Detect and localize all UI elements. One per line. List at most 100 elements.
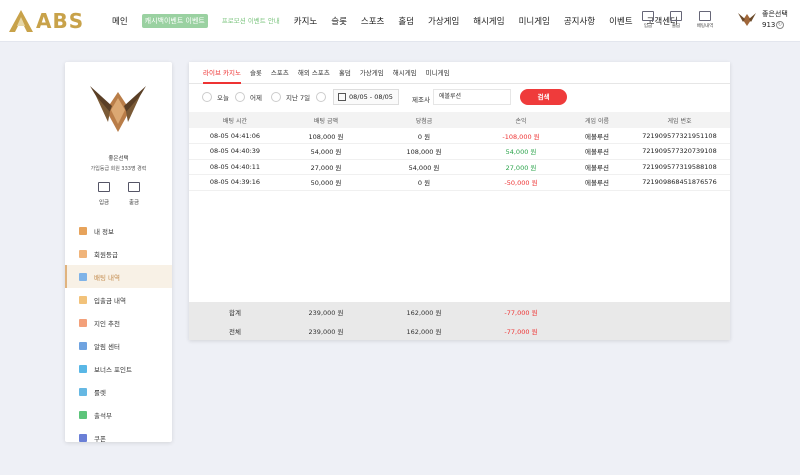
- summary-cell: 162,000 원: [406, 308, 442, 317]
- column-header[interactable]: 배팅 시간: [189, 112, 281, 128]
- nav-item[interactable]: 스포츠: [361, 15, 384, 27]
- table-cell: 27,000 원: [477, 159, 565, 175]
- nav-item[interactable]: 캐시백이벤트 이벤트: [141, 14, 208, 28]
- logo-icon: [9, 10, 33, 32]
- side-menu-item[interactable]: 내 정보: [65, 219, 172, 242]
- table-row[interactable]: 08-05 04:40:39 54,000 원 108,000 원 54,000 원에…: [189, 143, 730, 160]
- menu-item-icon: [79, 226, 87, 235]
- deposit-shortcut[interactable]: 입금: [636, 9, 660, 33]
- side-panel: 좋은선택 가입등급 회원 333명 경력 입금 출금 내 정보 회원등급 배팅 내역…: [65, 62, 172, 443]
- table-cell: 54,000 원: [477, 143, 565, 160]
- tab-item[interactable]: 홀덤: [339, 62, 351, 84]
- tab-item[interactable]: 해외 스포츠: [298, 62, 330, 84]
- withdraw-shortcut[interactable]: 출금: [664, 9, 688, 33]
- side-menu-item[interactable]: 룰렛: [65, 380, 172, 403]
- summary-table: 합계 239,000 원 162,000 원 -77,000 원 전체 239,000 원…: [189, 302, 730, 340]
- nav-item[interactable]: 슬롯: [331, 15, 347, 27]
- nav-item[interactable]: 공지사항: [564, 15, 595, 27]
- filter-today[interactable]: 오늘: [202, 92, 229, 102]
- side-menu-item[interactable]: 지인 추천: [65, 311, 172, 334]
- date-range-input[interactable]: 08/05 - 08/05: [333, 89, 399, 105]
- nav-item[interactable]: 해시게임: [473, 15, 504, 27]
- table-cell: 108,000 원: [281, 128, 371, 144]
- rank-emblem-icon: [738, 13, 756, 26]
- table-row[interactable]: 08-05 04:41:06 108,000 원0 원 -108,000 원 에볼루션…: [189, 128, 730, 144]
- filter-last7[interactable]: 지난 7일: [271, 92, 310, 102]
- table-row[interactable]: 08-05 04:40:11 27,000 원 54,000 원 27,000 원 에볼…: [189, 159, 730, 175]
- tab-item[interactable]: 슬롯: [250, 62, 262, 84]
- side-withdraw-button[interactable]: 출금: [123, 182, 145, 206]
- nav-item[interactable]: 미니게임: [519, 15, 550, 27]
- nav-item[interactable]: 가상게임: [428, 15, 459, 27]
- side-menu-item[interactable]: 알림 센터: [65, 334, 172, 357]
- table-cell: 721909577321951108: [629, 128, 730, 144]
- side-menu-item[interactable]: 출석부: [65, 403, 172, 426]
- column-header[interactable]: 손익: [477, 112, 565, 128]
- bet-history-panel: 라이브 카지노 슬롯 스포츠 해외 스포츠 홀덤 가상게임 해시게임 미니게임 오늘 어제 지…: [189, 62, 730, 340]
- table-cell: 721909868451876576: [629, 174, 730, 191]
- user-name: 좋은선택: [762, 10, 788, 18]
- side-menu-item[interactable]: 회원등급: [65, 242, 172, 265]
- summary-row: 합계 239,000 원 162,000 원 -77,000 원: [189, 302, 730, 321]
- summary-cell: 239,000 원: [308, 308, 344, 317]
- search-button[interactable]: 검색: [520, 89, 567, 105]
- tab-item[interactable]: 가상게임: [360, 62, 384, 84]
- main-nav: 메인 캐시백이벤트 이벤트 프로모션 이벤트 안내 카지노 슬롯 스포츠 홀덤 가상게임 해시게…: [112, 0, 692, 42]
- side-menu-item[interactable]: 쿠폰: [65, 426, 172, 449]
- filter-yesterday[interactable]: 어제: [235, 92, 262, 102]
- date-range-value: 08/05 - 08/05: [349, 93, 393, 101]
- list-icon: [699, 11, 711, 21]
- side-menu-item[interactable]: 보너스 포인트: [65, 357, 172, 380]
- column-header[interactable]: 배팅 금액: [281, 112, 371, 128]
- table-cell: 08-05 04:39:16: [189, 174, 281, 191]
- summary-area: 합계 239,000 원 162,000 원 -77,000 원 전체 239,000 원…: [189, 302, 730, 340]
- column-header[interactable]: 게임 이름: [565, 112, 629, 128]
- tab-item[interactable]: 해시게임: [393, 62, 417, 84]
- side-menu-label: 보너스 포인트: [94, 365, 132, 374]
- logo[interactable]: ABS: [8, 9, 84, 33]
- tab-item[interactable]: 라이브 카지노: [203, 62, 241, 84]
- table-cell: 27,000 원: [281, 159, 371, 175]
- menu-item-icon: [79, 433, 87, 442]
- table-body: 08-05 04:41:06 108,000 원0 원 -108,000 원 에볼루션…: [189, 128, 730, 191]
- table-cell: 에볼루션: [565, 159, 629, 175]
- menu-item-icon: [79, 410, 87, 419]
- nav-item[interactable]: 메인: [112, 15, 128, 27]
- side-deposit-button[interactable]: 입금: [93, 182, 115, 206]
- bet-history-table: 배팅 시간 배팅 금액 당첨금 손익 게임 이름 게임 번호 08-05 04:41:06…: [189, 112, 730, 191]
- side-menu-label: 회원등급: [94, 250, 118, 259]
- side-deposit-label: 입금: [98, 200, 110, 206]
- bet-history-shortcut[interactable]: 배팅내역: [692, 9, 718, 33]
- nav-item[interactable]: 카지노: [294, 15, 317, 27]
- top-header: ABS 메인 캐시백이벤트 이벤트 프로모션 이벤트 안내 카지노 슬롯 스포츠 홀덤 가상게…: [0, 0, 800, 42]
- radio-icon: [235, 92, 245, 102]
- user-block[interactable]: 좋은선택 913 ↻: [738, 9, 798, 35]
- table-header-row: 배팅 시간 배팅 금액 당첨금 손익 게임 이름 게임 번호: [189, 112, 730, 128]
- side-menu-label: 배팅 내역: [94, 273, 120, 282]
- refresh-icon[interactable]: ↻: [776, 21, 784, 29]
- card-icon: [128, 182, 140, 192]
- tab-item[interactable]: 미니게임: [426, 62, 450, 84]
- column-header[interactable]: 게임 번호: [629, 112, 730, 128]
- user-points: 913: [762, 21, 776, 29]
- tab-item[interactable]: 스포츠: [271, 62, 289, 84]
- nav-item[interactable]: 홀덤: [398, 15, 414, 27]
- column-header[interactable]: 당첨금: [371, 112, 477, 128]
- summary-cell: -77,000 원: [504, 308, 538, 317]
- summary-cell: 전체: [229, 327, 241, 336]
- filter-custom[interactable]: [316, 92, 331, 102]
- menu-item-icon: [79, 364, 87, 373]
- card-icon: [670, 11, 682, 21]
- side-menu-item[interactable]: 입출금 내역: [65, 288, 172, 311]
- side-menu-label: 지인 추천: [94, 319, 120, 328]
- table-cell: 에볼루션: [565, 128, 629, 144]
- nav-item[interactable]: 이벤트: [609, 15, 632, 27]
- nav-item[interactable]: 프로모션 이벤트 안내: [222, 17, 280, 25]
- provider-select[interactable]: 에볼루션: [433, 89, 511, 105]
- side-menu-label: 룰렛: [94, 388, 106, 397]
- filter-today-label: 오늘: [217, 94, 229, 102]
- table-row[interactable]: 08-05 04:39:16 50,000 원0 원 -50,000 원 에볼루션 72…: [189, 174, 730, 191]
- table-cell: 721909577320739108: [629, 143, 730, 160]
- side-menu-item[interactable]: 배팅 내역: [65, 265, 172, 288]
- rank-emblem-large-icon: [90, 86, 146, 132]
